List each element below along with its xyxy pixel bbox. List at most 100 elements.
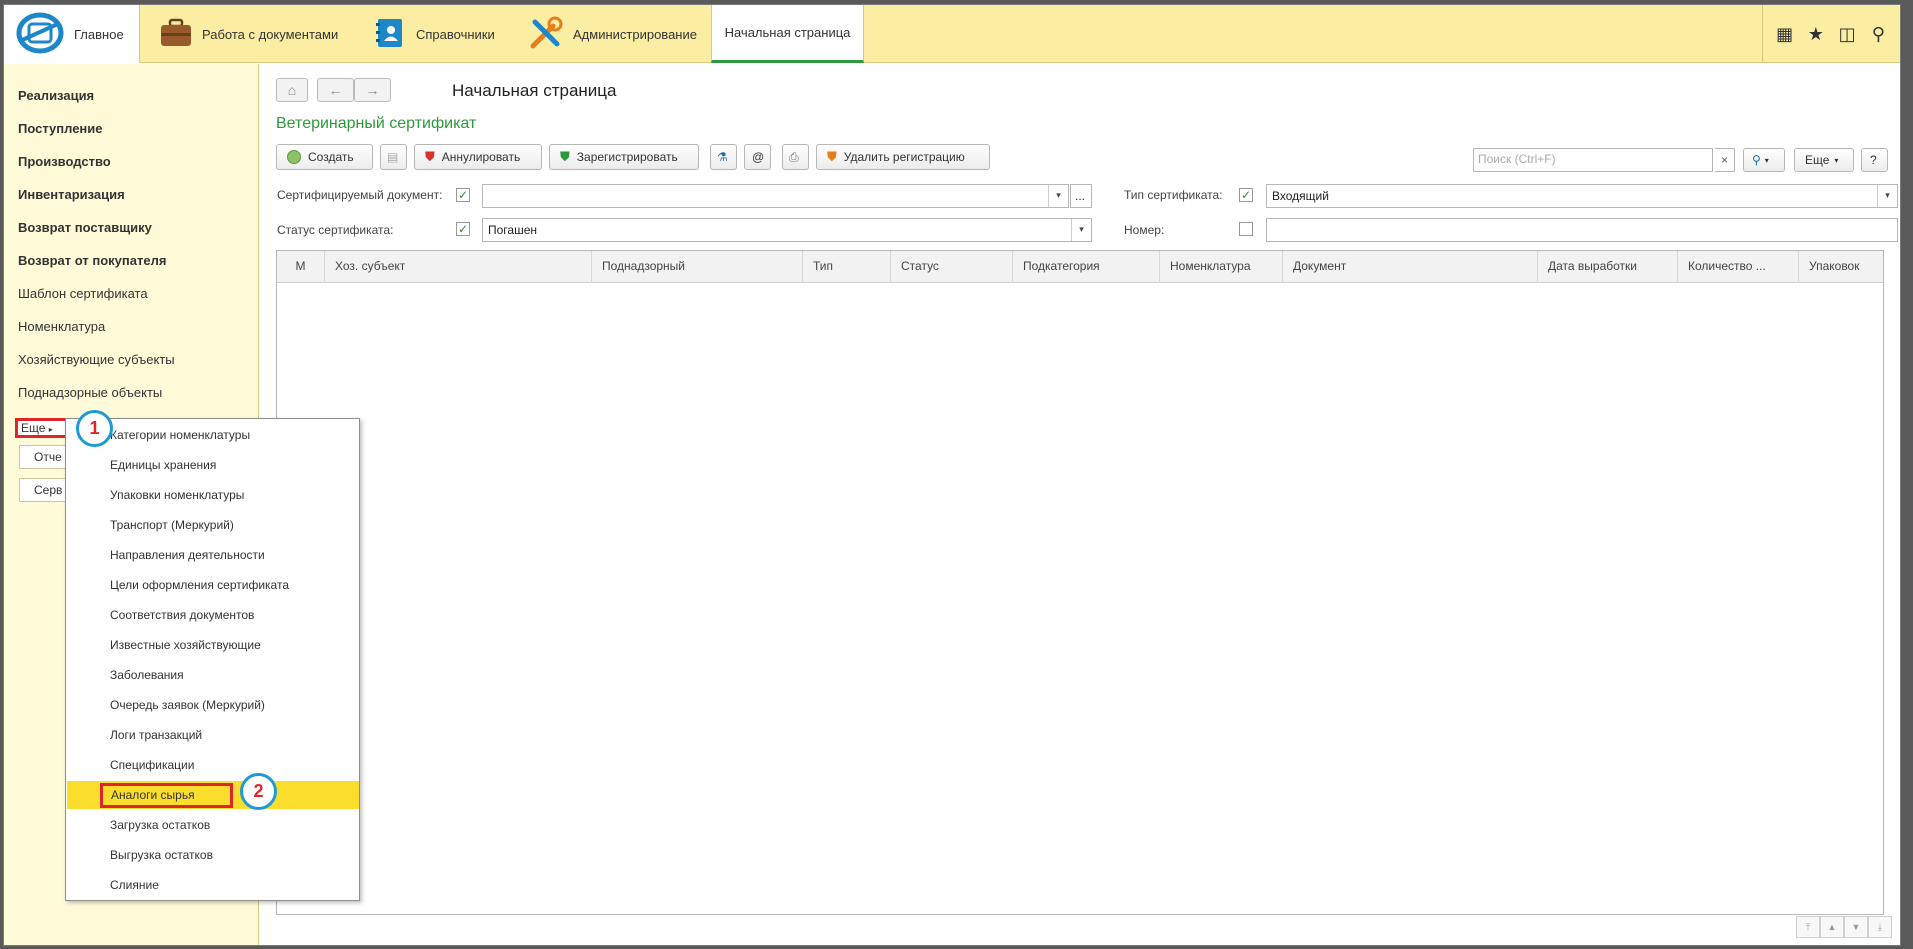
delete-registration-button[interactable]: ⛊ Удалить регистрацию: [816, 144, 990, 170]
arrow-right-icon: →: [365, 82, 380, 98]
col-supervised[interactable]: Поднадзорный: [592, 251, 803, 283]
annul-button[interactable]: ⛊ Аннулировать: [414, 144, 542, 170]
menu-item-cert-purposes[interactable]: Цели оформления сертификата: [66, 571, 359, 599]
certificates-table[interactable]: М Хоз. субъект Поднадзорный Тип Статус П…: [276, 250, 1884, 915]
sidebar-item-sales[interactable]: Реализация: [18, 88, 94, 103]
annul-label: Аннулировать: [441, 150, 521, 164]
cert-type-checkbox[interactable]: ✓: [1239, 188, 1253, 202]
table-scroll-controls: ⤒ ▲ ▼ ⤓: [1796, 916, 1892, 938]
cert-doc-checkbox[interactable]: ✓: [456, 188, 470, 202]
more-button[interactable]: Еще ▾: [1794, 148, 1854, 172]
col-business-entity[interactable]: Хоз. субъект: [325, 251, 592, 283]
step-badge-2: 2: [240, 773, 277, 810]
menu-item-request-queue[interactable]: Очередь заявок (Меркурий): [66, 691, 359, 719]
number-field[interactable]: [1266, 218, 1898, 242]
history-icon[interactable]: ◫: [1835, 24, 1859, 45]
menu-item-transport[interactable]: Транспорт (Меркурий): [66, 511, 359, 539]
admin-section[interactable]: Администрирование: [529, 5, 697, 63]
copy-button[interactable]: ▤: [380, 144, 407, 170]
delete-registration-label: Удалить регистрацию: [843, 150, 965, 164]
home-label: Главное: [74, 26, 124, 42]
col-nomenclature[interactable]: Номенклатура: [1160, 251, 1283, 283]
menu-item-load-balances[interactable]: Загрузка остатков: [66, 811, 359, 839]
shield-red-icon: ⛊: [425, 149, 435, 164]
menu-item-specifications[interactable]: Спецификации: [66, 751, 359, 779]
cert-type-value: Входящий: [1272, 189, 1329, 203]
refs-section[interactable]: Справочники: [374, 5, 495, 63]
home-nav-button[interactable]: ⌂: [276, 78, 308, 102]
back-button[interactable]: ←: [317, 78, 354, 102]
cert-doc-field[interactable]: ▾: [482, 184, 1069, 208]
sidebar-item-return-customer[interactable]: Возврат от покупателя: [18, 253, 166, 268]
menu-item-merge[interactable]: Слияние: [66, 871, 359, 899]
col-document[interactable]: Документ: [1283, 251, 1538, 283]
cert-status-checkbox[interactable]: ✓: [456, 222, 470, 236]
star-icon[interactable]: ★: [1804, 24, 1828, 45]
col-m[interactable]: М: [277, 251, 325, 283]
scroll-up-icon[interactable]: ▲: [1820, 916, 1844, 938]
docs-section[interactable]: Работа с документами: [160, 5, 338, 63]
col-type[interactable]: Тип: [803, 251, 891, 283]
search-icon[interactable]: ⚲: [1866, 24, 1890, 45]
menu-item-known-entities[interactable]: Известные хозяйствующие: [66, 631, 359, 659]
menu-item-transaction-logs[interactable]: Логи транзакций: [66, 721, 359, 749]
sidebar-item-inventory[interactable]: Инвентаризация: [18, 187, 125, 202]
sidebar-item-production[interactable]: Производство: [18, 154, 111, 169]
search-clear-button[interactable]: ×: [1715, 148, 1735, 172]
col-production-date[interactable]: Дата выработки: [1538, 251, 1678, 283]
apps-grid-icon[interactable]: ▦: [1773, 24, 1797, 45]
register-label: Зарегистрировать: [576, 150, 678, 164]
cert-status-field[interactable]: Погашен ▾: [482, 218, 1092, 242]
search-options-button[interactable]: ⚲ ▾: [1743, 148, 1785, 172]
menu-item-unload-balances[interactable]: Выгрузка остатков: [66, 841, 359, 869]
tools-icon: [529, 16, 563, 53]
cert-type-field[interactable]: Входящий ▾: [1266, 184, 1898, 208]
sidebar-item-supervised-objects[interactable]: Поднадзорные объекты: [18, 385, 162, 400]
cert-doc-dropdown-icon[interactable]: ▾: [1048, 185, 1068, 207]
sidebar-more-label: Еще: [21, 421, 46, 435]
cert-type-dropdown-icon[interactable]: ▾: [1877, 185, 1897, 207]
menu-item-activity-directions[interactable]: Направления деятельности: [66, 541, 359, 569]
menu-item-raw-analogs[interactable]: Аналоги сырья: [67, 781, 359, 809]
cert-status-label: Статус сертификата:: [277, 223, 394, 237]
number-checkbox[interactable]: [1239, 222, 1253, 236]
help-button[interactable]: ?: [1861, 148, 1888, 172]
register-button[interactable]: ⛊ Зарегистрировать: [549, 144, 699, 170]
print-button[interactable]: ⎙: [782, 144, 809, 170]
scroll-top-icon[interactable]: ⤒: [1796, 916, 1820, 938]
cert-doc-label: Сертифицируемый документ:: [277, 188, 443, 202]
top-bar: Главное Работа с документами Справочники…: [4, 5, 1900, 63]
more-popup-menu: Категории номенклатуры Единицы хранения …: [65, 418, 360, 901]
menu-item-nomenclature-packages[interactable]: Упаковки номенклатуры: [66, 481, 359, 509]
col-status[interactable]: Статус: [891, 251, 1013, 283]
menu-item-doc-matches[interactable]: Соответствия документов: [66, 601, 359, 629]
scroll-bottom-icon[interactable]: ⤓: [1868, 916, 1892, 938]
sidebar-item-nomenclature[interactable]: Номенклатура: [18, 319, 105, 334]
menu-item-storage-units[interactable]: Единицы хранения: [66, 451, 359, 479]
magnifier-icon: ⚲: [1752, 153, 1761, 167]
email-button[interactable]: @: [744, 144, 771, 170]
search-input[interactable]: Поиск (Ctrl+F): [1473, 148, 1713, 172]
chevron-right-icon: ▸: [48, 425, 53, 434]
cert-status-dropdown-icon[interactable]: ▾: [1071, 219, 1091, 241]
forward-button[interactable]: →: [354, 78, 391, 102]
sidebar-item-business-entities[interactable]: Хозяйствующие субъекты: [18, 352, 175, 367]
sidebar-item-receipts[interactable]: Поступление: [18, 121, 103, 136]
house-icon: ⌂: [287, 82, 297, 98]
briefcase-icon: [160, 18, 192, 51]
table-header: М Хоз. субъект Поднадзорный Тип Статус П…: [277, 251, 1883, 283]
lab-button[interactable]: ⚗: [710, 144, 737, 170]
cert-doc-select-button[interactable]: ...: [1070, 184, 1092, 208]
tab-start-page[interactable]: Начальная страница: [711, 5, 864, 63]
col-packages[interactable]: Упаковок: [1799, 251, 1883, 283]
menu-item-diseases[interactable]: Заболевания: [66, 661, 359, 689]
col-quantity[interactable]: Количество ...: [1678, 251, 1799, 283]
scroll-down-icon[interactable]: ▼: [1844, 916, 1868, 938]
create-button[interactable]: Создать: [276, 144, 373, 170]
arrow-left-icon: ←: [328, 82, 343, 98]
home-section[interactable]: Главное: [16, 5, 124, 63]
sidebar-item-return-supplier[interactable]: Возврат поставщику: [18, 220, 152, 235]
sidebar-item-cert-template[interactable]: Шаблон сертификата: [18, 286, 148, 301]
col-subcategory[interactable]: Подкатегория: [1013, 251, 1160, 283]
topbar-tools: ▦ ★ ◫ ⚲: [1762, 5, 1900, 63]
